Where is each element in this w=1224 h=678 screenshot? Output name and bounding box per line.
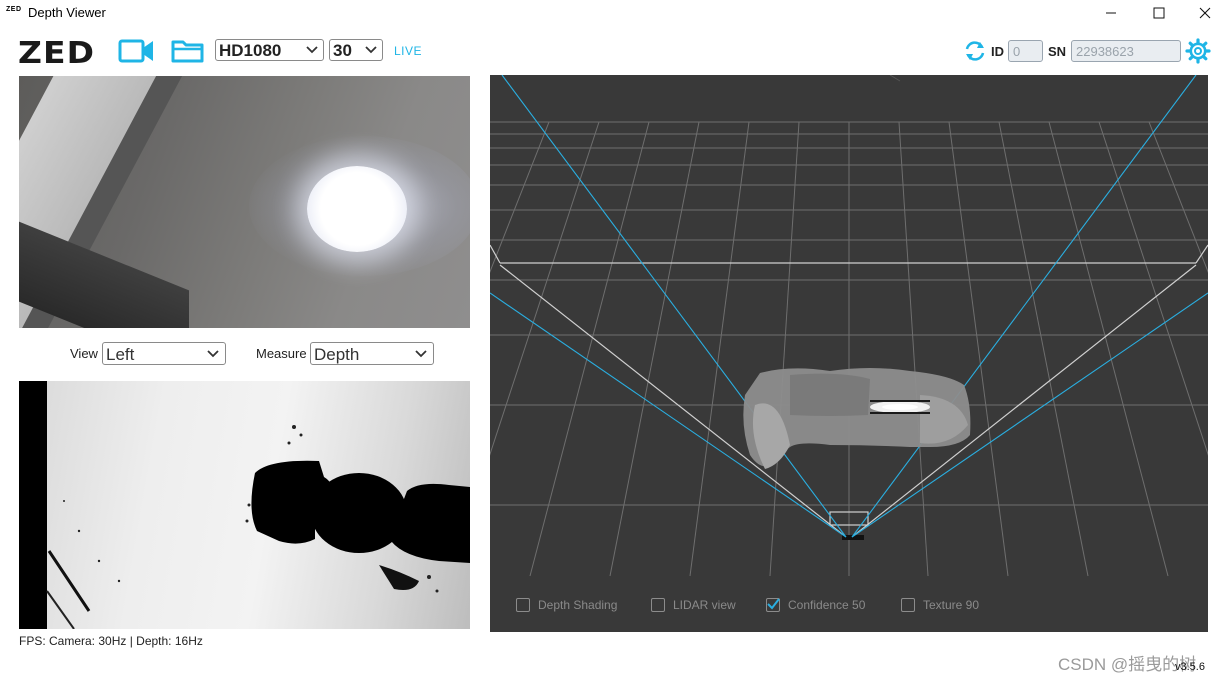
minimize-icon	[1106, 12, 1116, 14]
maximize-button[interactable]	[1136, 0, 1182, 26]
close-button[interactable]	[1182, 0, 1224, 26]
depth-map-view	[19, 381, 470, 629]
zed-logo: ZED	[18, 36, 96, 71]
ceiling-lamp	[307, 166, 407, 252]
checkbox-label: LIDAR view	[673, 598, 736, 612]
serial-number-field[interactable]: 22938623	[1071, 40, 1181, 62]
fps-status: FPS: Camera: 30Hz | Depth: 16Hz	[19, 634, 203, 648]
chevron-down-icon	[306, 46, 318, 54]
video-camera-icon	[118, 39, 153, 63]
measure-label: Measure	[256, 346, 307, 361]
checkbox-label: Depth Shading	[538, 598, 618, 612]
grid-floor	[490, 75, 1208, 577]
toolbar: ZED HD1080 30 LIVE ID 0 SN 22938623	[0, 30, 1224, 74]
fps-value: 30	[333, 41, 352, 60]
window-title: Depth Viewer	[28, 5, 106, 20]
close-icon	[1199, 7, 1211, 19]
view-value: Left	[106, 345, 135, 364]
resolution-select[interactable]: HD1080	[215, 39, 324, 61]
ceiling-beam-lower	[19, 221, 189, 328]
chevron-down-icon	[415, 350, 427, 358]
id-field[interactable]: 0	[1008, 40, 1043, 62]
resolution-value: HD1080	[219, 41, 282, 60]
checkbox-label: Confidence 50	[788, 598, 866, 612]
camera-image-view	[19, 76, 470, 328]
chevron-down-icon	[365, 46, 377, 54]
checkbox-lidar-view[interactable]: LIDAR view	[651, 596, 736, 614]
minimize-button[interactable]	[1088, 0, 1134, 26]
checkbox-depth-shading[interactable]: Depth Shading	[516, 596, 617, 614]
check-box[interactable]	[516, 598, 530, 612]
id-label: ID	[991, 44, 1004, 59]
check-box[interactable]	[651, 598, 665, 612]
measure-select[interactable]: Depth	[310, 342, 434, 365]
record-video-button[interactable]	[118, 38, 156, 69]
open-folder-button[interactable]	[171, 38, 205, 69]
measure-value: Depth	[314, 345, 360, 364]
view-select[interactable]: Left	[102, 342, 226, 365]
version-label: v3.5.6	[1175, 661, 1205, 673]
checkbox-label: Texture 90	[923, 598, 980, 612]
live-indicator: LIVE	[394, 44, 423, 58]
checkbox-confidence[interactable]: Confidence 50	[766, 596, 865, 614]
checkbox-texture[interactable]: Texture 90	[901, 596, 979, 614]
check-icon	[767, 598, 780, 610]
maximize-icon	[1153, 7, 1165, 19]
check-box[interactable]	[766, 598, 780, 612]
fps-select[interactable]: 30	[329, 39, 383, 61]
refresh-button[interactable]	[963, 40, 987, 67]
gear-icon	[1185, 38, 1211, 64]
settings-button[interactable]	[1185, 38, 1211, 69]
view-label: View	[70, 346, 98, 361]
sn-label: SN	[1048, 44, 1067, 59]
depth-holes	[46, 425, 470, 629]
point-cloud-3d-view[interactable]: Depth Shading LIDAR view Confidence 50 T…	[490, 75, 1208, 632]
folder-icon	[171, 40, 204, 63]
point-cloud	[743, 368, 971, 469]
chevron-down-icon	[207, 350, 219, 358]
title-bar: ZED Depth Viewer	[0, 0, 1224, 26]
refresh-icon	[965, 41, 985, 61]
check-box[interactable]	[901, 598, 915, 612]
app-logo-small: ZED	[6, 6, 22, 13]
